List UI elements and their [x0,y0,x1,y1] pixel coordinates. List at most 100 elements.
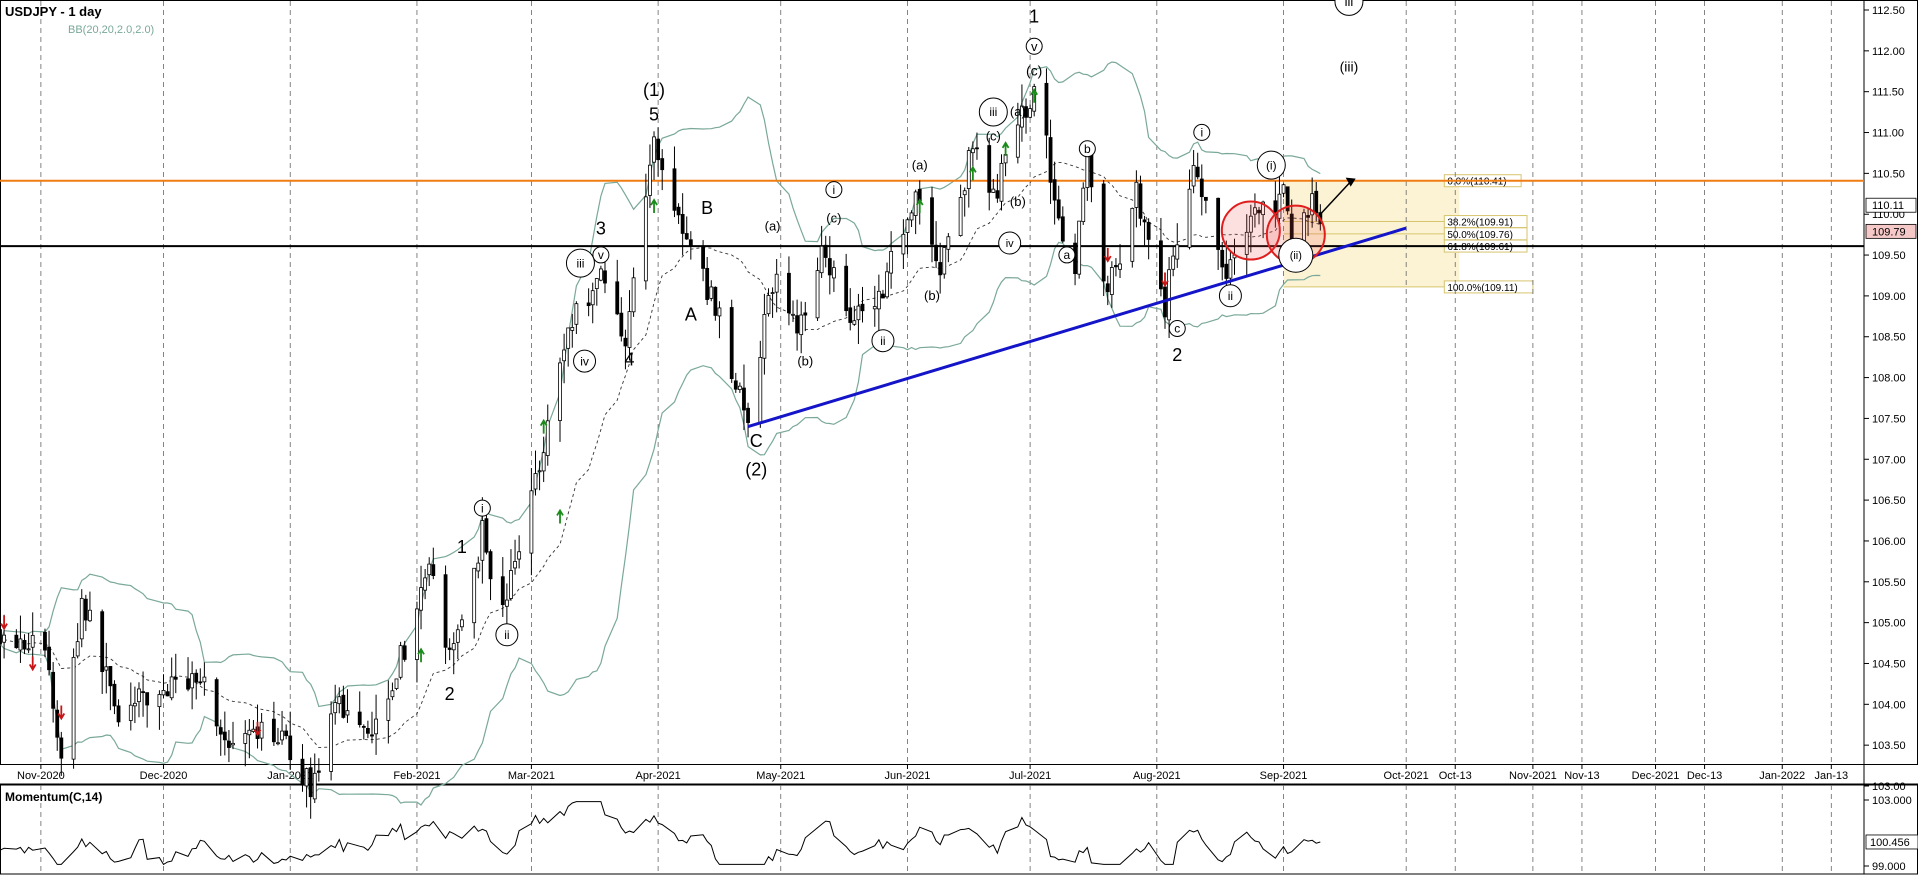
candle-body [541,452,546,472]
date-tick-label: May-2021 [756,770,805,782]
fib-label-text: 61.8%(109.61) [1447,242,1513,253]
candle-body [271,718,276,743]
momentum-panel-frame [0,784,1918,875]
candle-body [402,645,407,660]
price-tick-label: 110.50 [1872,168,1905,180]
candle-body [222,731,227,741]
candle-body [22,639,27,650]
candle-body [672,168,677,211]
candle-body [938,262,943,276]
wave-label: (b) [924,288,940,303]
date-tick-label: Jan-13 [1814,770,1848,782]
candle-body [504,599,509,607]
wave-label-text: (2) [745,460,767,480]
candle-body [1138,183,1143,219]
date-tick-label: Aug-2021 [1133,770,1181,782]
candle [729,299,734,383]
candle-body [1203,196,1208,201]
wave-label-text: ii [1228,289,1233,303]
wave-label: i [473,499,491,517]
candle-body [108,666,113,687]
wave-label-text: iv [580,354,589,368]
price-tick-label: 105.00 [1872,618,1906,630]
candle-body [737,385,742,390]
candle-body [288,735,293,761]
candle [394,678,399,691]
candle-body [88,609,92,622]
candle-body [116,705,121,723]
candle-body [1195,166,1200,178]
candle-body [423,577,428,591]
wave-label: (a) [765,219,781,234]
candle-body [128,704,133,721]
wave-label: (1) [643,80,665,100]
wave-label-text: 1 [1029,6,1039,26]
candle-body [480,520,485,561]
momentum-title: Momentum(C,14) [5,790,102,804]
wave-label: iii [565,248,595,278]
candle-body [975,147,979,150]
wave-label: (i) [1256,150,1286,180]
candle [398,641,403,680]
candle-body [500,576,505,606]
candle-body [312,772,317,800]
date-tick-label: Jul-2021 [1009,770,1051,782]
price-tick-label: 105.50 [1872,577,1906,589]
wave-label: ii [495,623,519,647]
price-tick-label: 103.00 [1872,781,1906,793]
candle-body [1167,269,1171,321]
candle-body [161,689,166,696]
candle-body [889,250,894,274]
candle-body [705,267,710,300]
candle-body [603,270,607,284]
candle-body [946,236,951,250]
candle-body [803,312,808,316]
candle-body [713,286,718,316]
date-tick-label: Oct-2021 [1384,770,1429,782]
fib-label-text: 100.0%(109.11) [1447,283,1517,294]
candle-body [648,164,652,196]
candle-body [51,671,56,709]
candle [1081,182,1086,225]
candle-body [390,690,395,698]
wave-label-text: (b) [924,288,940,303]
candle-body [194,672,199,683]
candle-body [529,490,534,554]
candle-body [1101,183,1106,282]
price-tick-label: 108.00 [1872,373,1906,385]
candle [713,286,718,321]
candle-body [558,362,562,421]
candle-body [374,718,378,735]
candle-body [623,337,628,347]
candle-body [733,380,738,390]
candle-body [1146,221,1151,240]
wave-label-text: 1 [457,537,467,557]
candle-body [157,694,162,708]
candle-body [509,570,513,599]
candle-body [517,551,522,560]
wave-label: (a) [912,157,928,172]
candle-body [1187,188,1192,248]
candle-body [59,737,64,759]
candle-body [795,315,800,334]
candle-body [799,314,804,336]
candle-body [447,647,452,650]
candle-body [227,740,231,748]
candle-body [1028,108,1033,118]
candle-body [823,244,828,258]
candle-body [958,197,963,236]
candle-body [488,551,493,580]
wave-label-text: (a) [1010,104,1026,119]
candle-body [243,733,248,744]
candle-body [766,295,771,315]
wave-label-text: (ii) [1290,250,1302,262]
candle-body [537,470,542,473]
candle-body [709,286,714,299]
candle [942,245,947,279]
candle-body [284,730,289,737]
candle-body [991,188,996,193]
wave-label: (b) [797,353,813,368]
wave-label-text: v [598,248,604,262]
candle-body [300,758,305,786]
candle-body [26,648,31,651]
